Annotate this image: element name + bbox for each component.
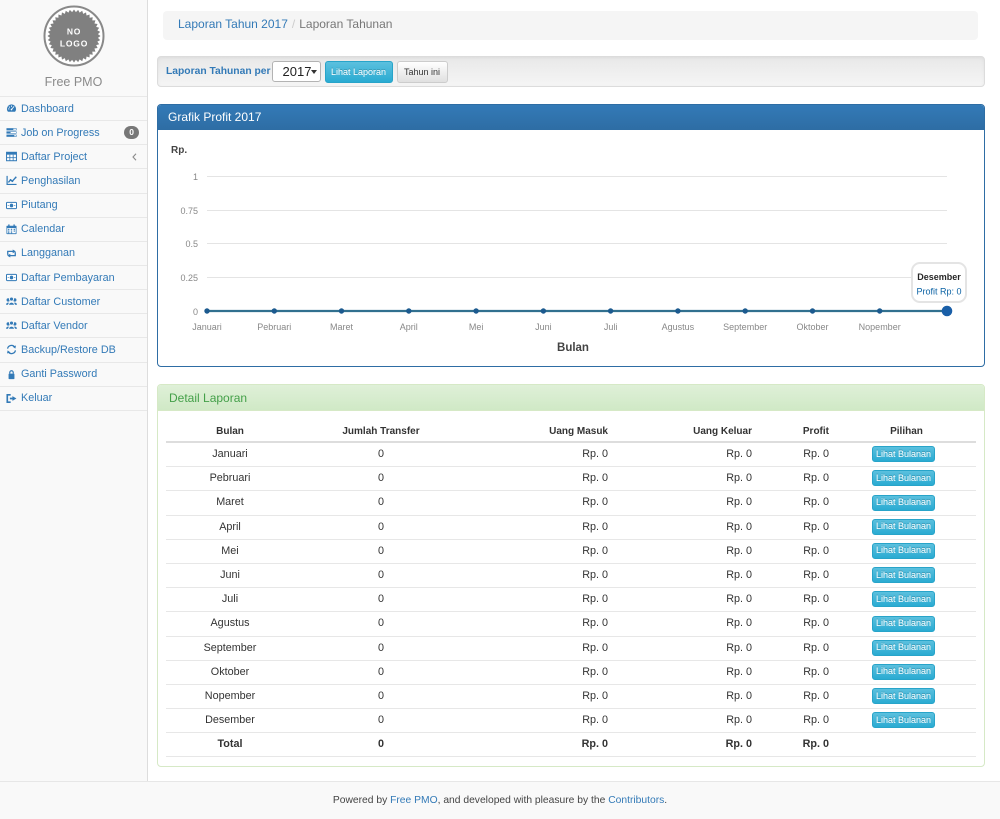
svg-text:Bulan: Bulan [557, 342, 589, 354]
svg-text:Nopember: Nopember [859, 322, 901, 332]
svg-text:0.5: 0.5 [185, 239, 198, 249]
svg-text:Pebruari: Pebruari [257, 322, 291, 332]
svg-text:Oktober: Oktober [796, 322, 828, 332]
svg-text:0: 0 [193, 307, 198, 317]
svg-text:Rp.: Rp. [171, 145, 187, 156]
svg-text:Maret: Maret [330, 322, 354, 332]
svg-text:Juli: Juli [604, 322, 618, 332]
svg-text:0.75: 0.75 [180, 206, 198, 216]
svg-text:1: 1 [193, 172, 198, 182]
svg-text:April: April [400, 322, 418, 332]
svg-text:Mei: Mei [469, 322, 484, 332]
svg-text:Desember: Desember [917, 272, 961, 282]
svg-text:LOGO: LOGO [59, 39, 87, 49]
svg-text:Juni: Juni [535, 322, 552, 332]
svg-text:Agustus: Agustus [662, 322, 695, 332]
svg-text:September: September [723, 322, 767, 332]
svg-text:Januari: Januari [192, 322, 222, 332]
svg-text:NO: NO [66, 27, 80, 37]
svg-text:0.25: 0.25 [180, 273, 198, 283]
svg-text:Profit Rp: 0: Profit Rp: 0 [916, 287, 961, 297]
